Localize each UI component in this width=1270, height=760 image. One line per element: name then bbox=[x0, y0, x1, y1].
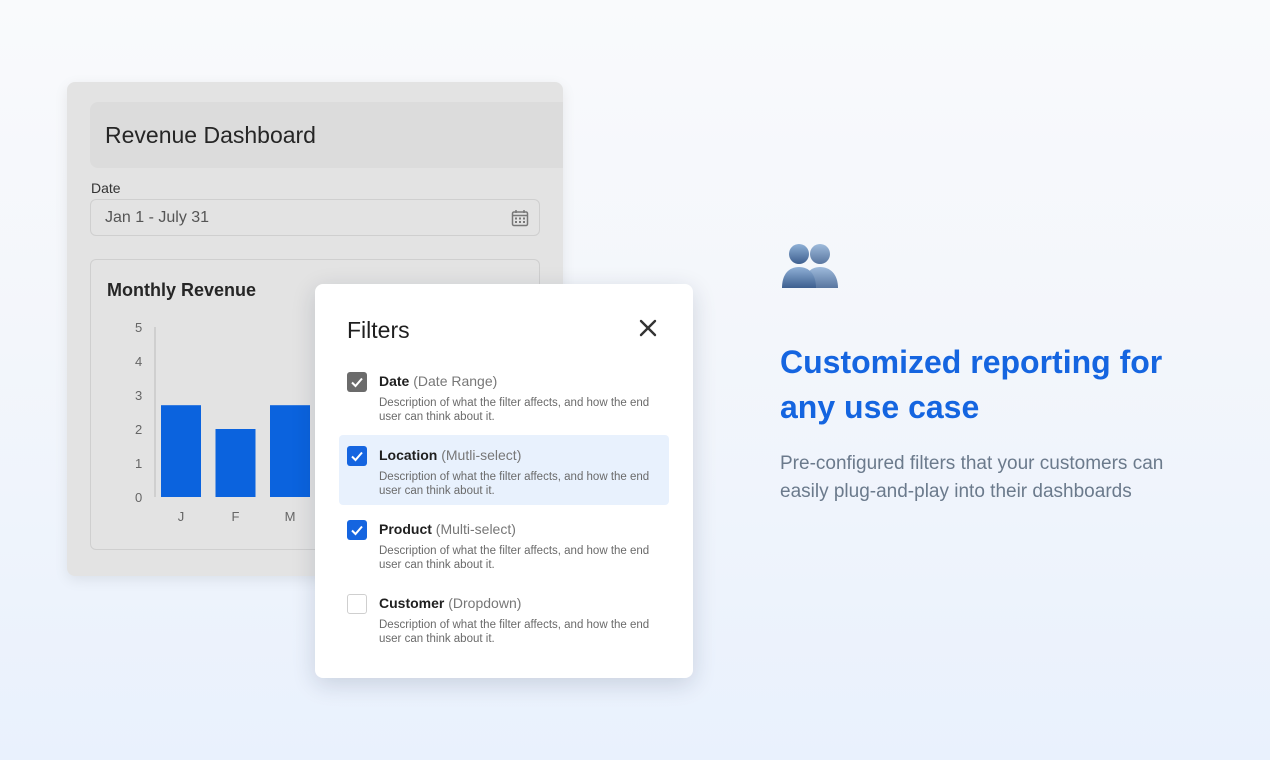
checkmark-icon bbox=[351, 377, 363, 388]
y-tick-label: 4 bbox=[135, 354, 142, 369]
filter-name: Date (Date Range) bbox=[379, 373, 498, 389]
date-range-input[interactable]: Jan 1 - July 31 bbox=[90, 199, 540, 236]
date-range-value: Jan 1 - July 31 bbox=[105, 209, 210, 226]
filter-item-product[interactable]: Product (Multi-select) Description of wh… bbox=[339, 509, 669, 579]
product-checkbox[interactable] bbox=[347, 520, 367, 540]
customer-checkbox[interactable] bbox=[347, 594, 367, 614]
filter-item-location[interactable]: Location (Mutli-select) Description of w… bbox=[339, 435, 669, 505]
filter-name: Customer (Dropdown) bbox=[379, 595, 522, 611]
close-icon[interactable] bbox=[637, 317, 659, 339]
filter-name: Product (Multi-select) bbox=[379, 521, 516, 537]
subtext: Pre-configured filters that your custome… bbox=[780, 453, 1164, 502]
y-tick-label: 1 bbox=[135, 456, 142, 471]
filter-description: Description of what the filter affects, … bbox=[379, 619, 650, 645]
location-checkbox[interactable] bbox=[347, 446, 367, 466]
calendar-icon[interactable] bbox=[511, 209, 529, 227]
y-tick-label: 0 bbox=[135, 490, 142, 505]
x-tick-label: M bbox=[285, 509, 296, 524]
people-icon bbox=[782, 244, 838, 288]
x-tick-label: J bbox=[178, 509, 185, 524]
filter-type: (Multi-select) bbox=[435, 521, 516, 537]
filters-modal: Filters Date (Date Range) Description of… bbox=[315, 284, 693, 678]
filter-type: (Date Range) bbox=[413, 373, 498, 389]
x-tick-label: F bbox=[232, 509, 240, 524]
filter-description: Description of what the filter affects, … bbox=[379, 545, 650, 571]
bar-F bbox=[215, 429, 256, 497]
checkmark-icon bbox=[351, 451, 363, 462]
filters-title: Filters bbox=[347, 317, 410, 343]
bar-M bbox=[270, 405, 310, 497]
headline: Customized reporting for any use case bbox=[780, 344, 1163, 425]
bar-J bbox=[161, 405, 201, 497]
date-checkbox[interactable] bbox=[347, 372, 367, 392]
filter-description: Description of what the filter affects, … bbox=[379, 471, 650, 497]
y-tick-label: 3 bbox=[135, 388, 142, 403]
checkmark-icon bbox=[351, 525, 363, 536]
filter-description: Description of what the filter affects, … bbox=[379, 397, 650, 423]
filter-type: (Dropdown) bbox=[448, 595, 522, 611]
filter-item-date[interactable]: Date (Date Range) Description of what th… bbox=[339, 361, 669, 431]
dashboard-title: Revenue Dashboard bbox=[105, 122, 316, 148]
dashboard-header: Revenue Dashboard bbox=[90, 102, 563, 168]
y-tick-label: 5 bbox=[135, 320, 142, 335]
filter-name: Location (Mutli-select) bbox=[379, 447, 522, 463]
filter-type: (Mutli-select) bbox=[441, 447, 522, 463]
date-label: Date bbox=[91, 180, 121, 196]
filter-item-customer[interactable]: Customer (Dropdown) Description of what … bbox=[339, 583, 669, 653]
y-tick-label: 2 bbox=[135, 422, 142, 437]
